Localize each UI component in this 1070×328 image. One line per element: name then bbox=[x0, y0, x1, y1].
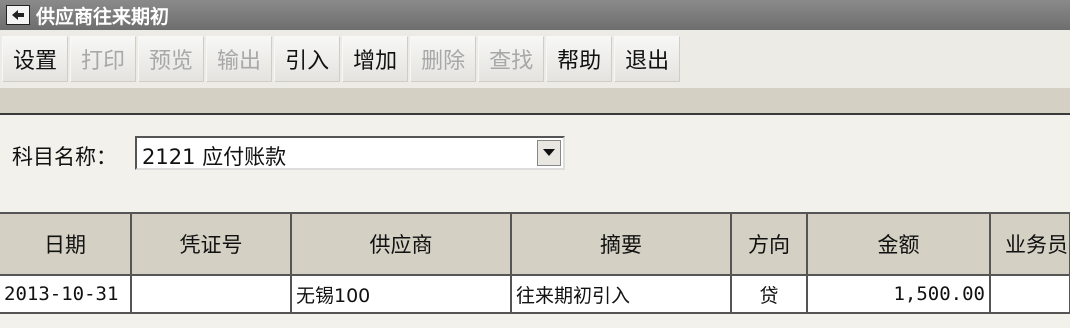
column-header-supplier[interactable]: 供应商 bbox=[291, 212, 512, 276]
subject-label: 科目名称： bbox=[12, 145, 117, 169]
preview-button[interactable]: 预览 bbox=[138, 36, 205, 82]
title-bar: 供应商往来期初 bbox=[0, 0, 1070, 30]
exit-button[interactable]: 退出 bbox=[614, 36, 681, 82]
column-header-voucher[interactable]: 凭证号 bbox=[131, 212, 292, 276]
column-header-direction[interactable]: 方向 bbox=[731, 212, 808, 276]
cell-staff[interactable] bbox=[990, 275, 1070, 314]
cell-voucher[interactable] bbox=[131, 275, 292, 314]
import-button[interactable]: 引入 bbox=[274, 36, 341, 82]
subject-select[interactable]: 2121 应付账款 bbox=[135, 136, 565, 170]
cell-amount[interactable]: 1,500.00 bbox=[807, 275, 991, 314]
delete-button[interactable]: 删除 bbox=[410, 36, 477, 82]
column-header-amount[interactable]: 金额 bbox=[807, 212, 991, 276]
column-header-summary[interactable]: 摘要 bbox=[511, 212, 732, 276]
balance-table: 日期 凭证号 供应商 摘要 方向 金额 业务员 2013-10-31 无锡100… bbox=[0, 212, 1070, 314]
table-header-row: 日期 凭证号 供应商 摘要 方向 金额 业务员 bbox=[0, 212, 1070, 276]
window-title: 供应商往来期初 bbox=[36, 5, 170, 28]
table-row[interactable]: 2013-10-31 无锡100 往来期初引入 贷 1,500.00 bbox=[0, 275, 1070, 314]
add-button[interactable]: 增加 bbox=[342, 36, 409, 82]
app-icon[interactable] bbox=[6, 5, 30, 25]
cell-direction[interactable]: 贷 bbox=[731, 275, 808, 314]
help-button[interactable]: 帮助 bbox=[546, 36, 613, 82]
export-button[interactable]: 输出 bbox=[206, 36, 273, 82]
subject-row: 科目名称： 2121 应付账款 bbox=[0, 115, 1070, 212]
settings-button[interactable]: 设置 bbox=[2, 36, 69, 82]
subject-value: 2121 应付账款 bbox=[142, 145, 287, 169]
toolbar: 设置 打印 预览 输出 引入 增加 删除 查找 帮助 退出 bbox=[0, 30, 1070, 88]
find-button[interactable]: 查找 bbox=[478, 36, 545, 82]
column-header-staff[interactable]: 业务员 bbox=[990, 212, 1070, 276]
print-button[interactable]: 打印 bbox=[70, 36, 137, 82]
column-header-date[interactable]: 日期 bbox=[0, 212, 132, 276]
cell-date[interactable]: 2013-10-31 bbox=[0, 275, 132, 314]
separator-band bbox=[0, 88, 1070, 115]
dropdown-arrow-icon[interactable] bbox=[537, 140, 561, 166]
cell-supplier[interactable]: 无锡100 bbox=[291, 275, 512, 314]
cell-summary[interactable]: 往来期初引入 bbox=[511, 275, 732, 314]
